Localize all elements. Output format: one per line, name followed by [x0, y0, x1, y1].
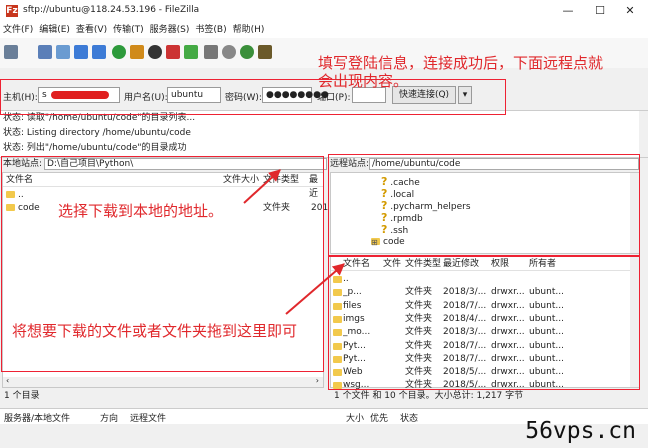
close-button[interactable]: ✕	[614, 2, 646, 20]
local-hscrollbar[interactable]: ‹ ›	[3, 376, 323, 387]
menu-transfer[interactable]: 传输(T)	[110, 22, 147, 38]
maximize-button[interactable]: ☐	[584, 2, 616, 20]
login-annotation-line2: 会出现内容。	[318, 72, 409, 90]
cancel-icon[interactable]	[148, 45, 162, 59]
toggle-remote-tree-icon[interactable]	[74, 45, 88, 59]
remote-list-highlight-box	[328, 256, 640, 390]
local-status: 1 个目录	[4, 391, 40, 401]
remote-status: 1 个文件 和 10 个目录。大小总计: 1,217 字节	[334, 391, 524, 401]
refresh-icon[interactable]	[112, 45, 126, 59]
site-manager-icon[interactable]	[4, 45, 18, 59]
disconnect-icon[interactable]	[166, 45, 180, 59]
log-scrollbar[interactable]	[639, 111, 648, 157]
binoculars-icon[interactable]	[258, 45, 272, 59]
filter-icon[interactable]	[204, 45, 218, 59]
menu-view[interactable]: 查看(V)	[73, 22, 110, 38]
reconnect-icon[interactable]	[184, 45, 198, 59]
col-server-file[interactable]: 服务器/本地文件	[4, 411, 70, 424]
minimize-button[interactable]: —	[552, 2, 584, 20]
process-queue-icon[interactable]	[130, 45, 144, 59]
col-priority[interactable]: 优先	[370, 411, 388, 424]
filezilla-app-icon: Fz	[6, 5, 18, 17]
toggle-local-tree-icon[interactable]	[56, 45, 70, 59]
drag-annotation: 将想要下载的文件或者文件夹拖到这里即可	[12, 320, 298, 341]
filezilla-window: Fz sftp://ubuntu@118.24.53.196 - FileZil…	[0, 0, 648, 448]
sync-browse-icon[interactable]	[240, 45, 254, 59]
title-bar: Fz sftp://ubuntu@118.24.53.196 - FileZil…	[0, 0, 648, 22]
menu-file[interactable]: 文件(F)	[0, 22, 36, 38]
menu-help[interactable]: 帮助(H)	[230, 22, 268, 38]
menu-bookmarks[interactable]: 书签(B)	[192, 22, 229, 38]
menu-edit[interactable]: 编辑(E)	[36, 22, 73, 38]
col-direction[interactable]: 方向	[100, 411, 118, 424]
window-title: sftp://ubuntu@118.24.53.196 - FileZilla	[23, 5, 200, 15]
toggle-queue-icon[interactable]	[92, 45, 106, 59]
col-state[interactable]: 状态	[400, 411, 418, 424]
col-remote-file[interactable]: 远程文件	[130, 411, 166, 424]
local-annotation: 选择下载到本地的地址。	[58, 202, 224, 220]
col-size[interactable]: 大小	[346, 411, 364, 424]
toggle-log-icon[interactable]	[38, 45, 52, 59]
login-highlight-box	[0, 79, 506, 115]
remote-tree-highlight-box	[328, 154, 640, 256]
scroll-right-icon[interactable]: ›	[316, 376, 319, 385]
watermark: 56vps.cn	[525, 418, 636, 444]
log-line: 状态: Listing directory /home/ubuntu/code	[3, 128, 191, 138]
search-icon[interactable]	[222, 45, 236, 59]
menu-bar: 文件(F) 编辑(E) 查看(V) 传输(T) 服务器(S) 书签(B) 帮助(H)	[0, 22, 648, 38]
menu-server[interactable]: 服务器(S)	[147, 22, 193, 38]
message-log: 状态: 读取"/home/ubuntu/code"的目录列表... 状态: Li…	[0, 110, 648, 158]
scroll-left-icon[interactable]: ‹	[6, 376, 9, 385]
